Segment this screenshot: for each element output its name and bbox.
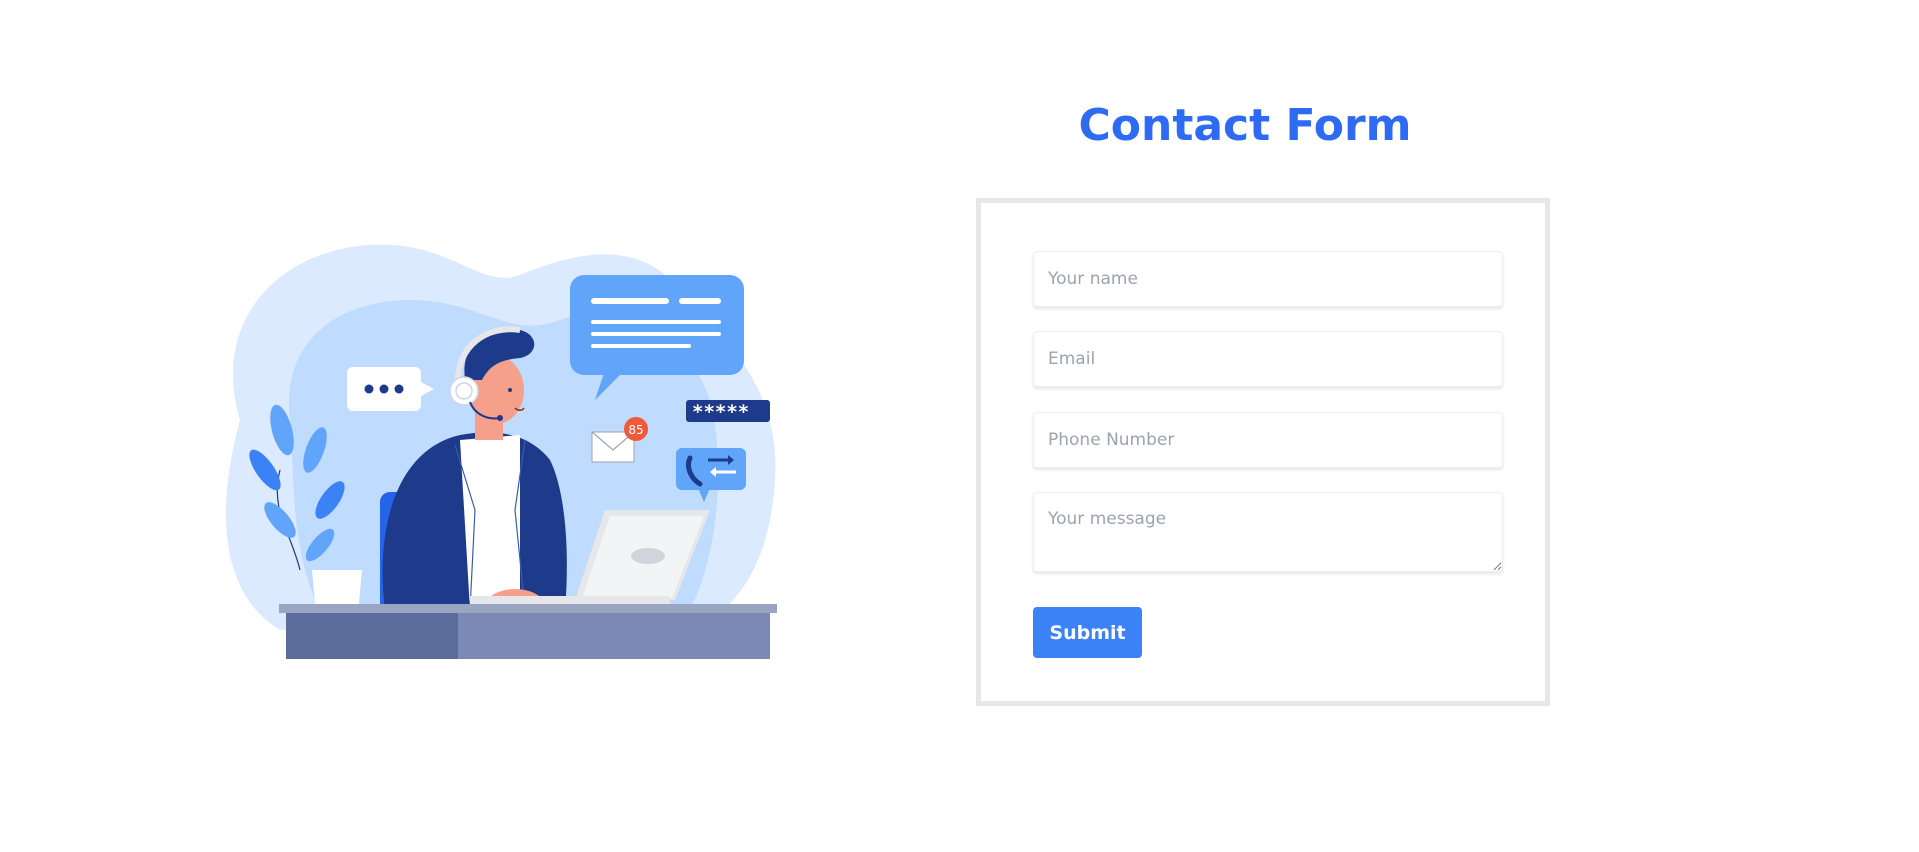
phone-input[interactable] [1033, 412, 1503, 468]
contact-form: Submit [976, 198, 1550, 706]
mail-badge-count: 85 [628, 423, 643, 437]
email-input[interactable] [1033, 331, 1503, 387]
password-icon: ***** [686, 400, 770, 423]
contact-page: ***** 85 Contact Form Your name Email Ph… [0, 0, 1919, 852]
submit-button[interactable]: Submit [1033, 607, 1142, 658]
support-agent-illustration: ***** 85 [220, 230, 800, 670]
svg-text:*****: ***** [692, 401, 749, 423]
typing-bubble-icon [347, 367, 434, 411]
desk-icon [279, 604, 777, 659]
message-textarea[interactable] [1033, 492, 1503, 572]
page-title: Contact Form [1078, 100, 1412, 151]
name-input[interactable] [1033, 251, 1503, 307]
